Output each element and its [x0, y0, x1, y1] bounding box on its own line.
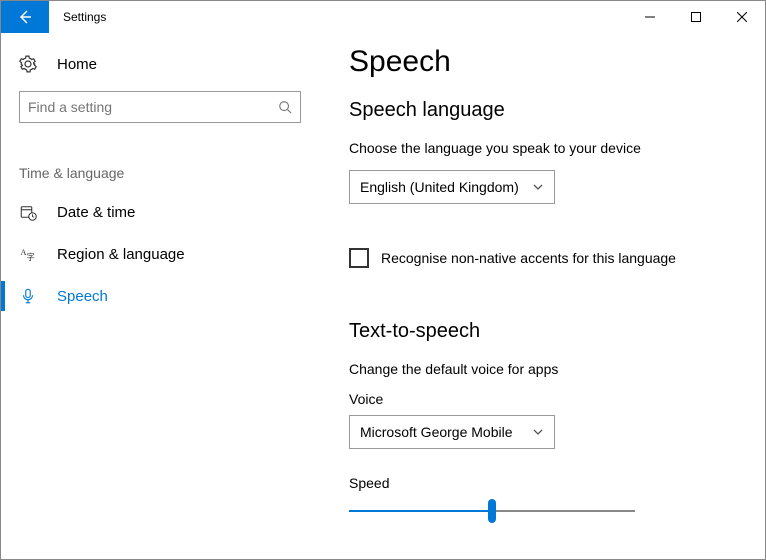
- microphone-icon: [19, 287, 37, 305]
- main-panel: Speech Speech language Choose the langua…: [319, 33, 765, 559]
- close-icon: [737, 12, 747, 22]
- slider-thumb[interactable]: [488, 499, 496, 523]
- svg-text:A: A: [21, 248, 27, 257]
- maximize-button[interactable]: [673, 1, 719, 33]
- tts-desc: Change the default voice for apps: [349, 361, 735, 377]
- category-heading: Time & language: [1, 165, 319, 181]
- nav-speech[interactable]: Speech: [1, 275, 319, 317]
- language-icon: A字: [19, 245, 37, 263]
- section-tts-title: Text-to-speech: [349, 320, 735, 343]
- nav-item-label: Speech: [57, 288, 108, 305]
- sidebar: Home Time & language Date & time A字 Regi…: [1, 33, 319, 559]
- home-nav[interactable]: Home: [1, 45, 319, 83]
- svg-text:字: 字: [27, 252, 35, 262]
- accents-checkbox[interactable]: [349, 248, 369, 268]
- dropdown-value: English (United Kingdom): [360, 179, 519, 195]
- dropdown-value: Microsoft George Mobile: [360, 424, 513, 440]
- speed-slider[interactable]: [349, 499, 635, 523]
- titlebar: Settings: [1, 1, 765, 33]
- speech-language-desc: Choose the language you speak to your de…: [349, 140, 735, 156]
- back-button[interactable]: [1, 1, 49, 33]
- nav-item-label: Date & time: [57, 204, 135, 221]
- speech-language-dropdown[interactable]: English (United Kingdom): [349, 170, 555, 204]
- nav-date-time[interactable]: Date & time: [1, 191, 319, 233]
- voice-label: Voice: [349, 391, 735, 407]
- maximize-icon: [691, 12, 701, 22]
- speed-label: Speed: [349, 475, 735, 491]
- gear-icon: [19, 55, 37, 73]
- search-container: [19, 91, 301, 123]
- window-controls: [627, 1, 765, 33]
- slider-fill: [349, 510, 492, 512]
- arrow-left-icon: [17, 9, 33, 25]
- chevron-down-icon: [532, 181, 544, 193]
- close-button[interactable]: [719, 1, 765, 33]
- search-icon: [278, 100, 292, 114]
- window-title: Settings: [49, 1, 106, 33]
- minimize-icon: [645, 12, 655, 22]
- search-input[interactable]: [28, 99, 278, 115]
- home-label: Home: [57, 56, 97, 73]
- minimize-button[interactable]: [627, 1, 673, 33]
- calendar-clock-icon: [19, 203, 37, 221]
- search-box[interactable]: [19, 91, 301, 123]
- section-speech-language-title: Speech language: [349, 99, 735, 122]
- nav-item-label: Region & language: [57, 246, 185, 263]
- nav-region-language[interactable]: A字 Region & language: [1, 233, 319, 275]
- page-title: Speech: [349, 45, 735, 79]
- titlebar-spacer[interactable]: [106, 1, 627, 33]
- accents-checkbox-row[interactable]: Recognise non-native accents for this la…: [349, 248, 735, 268]
- voice-dropdown[interactable]: Microsoft George Mobile: [349, 415, 555, 449]
- chevron-down-icon: [532, 426, 544, 438]
- accents-checkbox-label: Recognise non-native accents for this la…: [381, 250, 676, 266]
